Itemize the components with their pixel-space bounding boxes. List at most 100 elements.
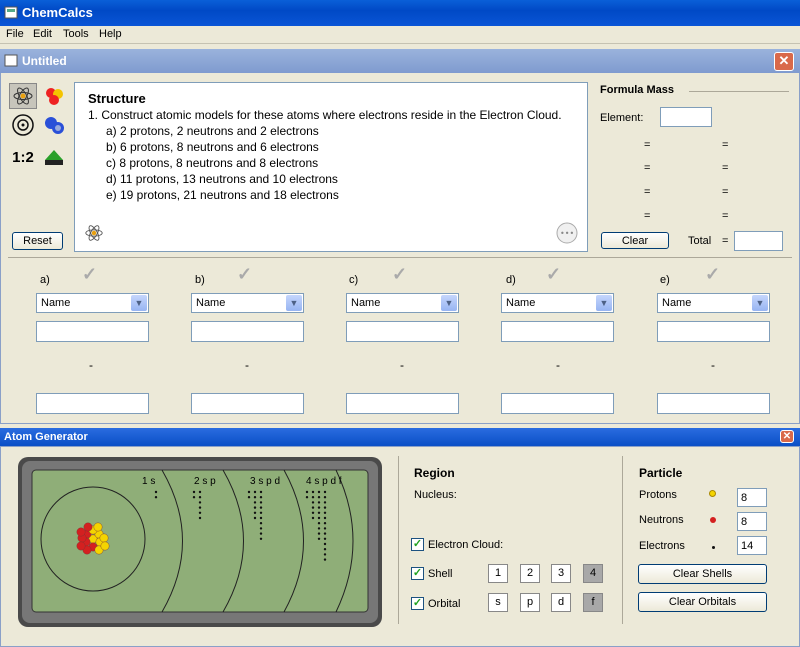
electron-slot (317, 490, 321, 494)
shell-label-3: 3 s p d (250, 476, 280, 487)
formula-clear-button[interactable]: Clear (601, 232, 669, 249)
electron-slot (311, 506, 315, 509)
structure-item-d: d) 11 protons, 13 neutrons and 10 electr… (106, 172, 338, 186)
shell-label-2: 2 s p (194, 476, 216, 487)
select-value: Name (506, 297, 536, 309)
electron-slot (311, 511, 315, 514)
proton-icon (709, 490, 716, 497)
menu-edit[interactable]: Edit (33, 28, 52, 40)
orbital-button-p[interactable]: p (520, 593, 540, 612)
clear-orbitals-button[interactable]: Clear Orbitals (638, 592, 767, 612)
electron-slot (253, 496, 257, 499)
select-value: Name (351, 297, 381, 309)
answer-input-bottom-b[interactable] (191, 393, 304, 414)
electron-slot (323, 527, 327, 530)
electron-cloud-label: Electron Cloud: (428, 539, 504, 551)
atom-canvas[interactable]: 1 s 2 s p 3 s p d 4 s p d f (18, 457, 382, 627)
structure-item-e: e) 19 protons, 21 neutrons and 18 electr… (106, 188, 339, 202)
menu-tools[interactable]: Tools (63, 28, 89, 40)
electron-slot (259, 537, 263, 540)
structure-instruction: 1. Construct atomic models for these ato… (88, 108, 562, 122)
shell-button-2[interactable]: 2 (520, 564, 540, 583)
orbital-button-d[interactable]: d (551, 593, 571, 612)
clear-shells-button[interactable]: Clear Shells (638, 564, 767, 584)
eq-sign: = (644, 139, 651, 151)
region-title: Region (414, 466, 455, 480)
check-icon: ✓ (705, 264, 721, 284)
reaction-tool-icon[interactable] (40, 144, 68, 170)
eq-sign: = (644, 210, 651, 222)
answer-input-bottom-a[interactable] (36, 393, 149, 414)
generator-close-button[interactable]: ✕ (780, 430, 794, 443)
electron-slot (317, 537, 321, 540)
electron-slot (154, 490, 158, 494)
orbital-checkbox[interactable]: ✓ (411, 597, 424, 610)
element-input[interactable] (660, 107, 712, 127)
neutrons-input[interactable]: 8 (737, 512, 767, 531)
electron-slot (198, 511, 202, 514)
ratio-tool-icon[interactable]: 1:2 (9, 144, 37, 170)
app-titlebar: ChemCalcs (0, 0, 800, 26)
dash: - (711, 358, 715, 372)
electron-slot (305, 496, 309, 499)
molecule-tool-icon[interactable] (40, 83, 68, 109)
electron-slot (311, 490, 315, 494)
electron-slot (253, 516, 257, 520)
name-select-a[interactable]: Name ▼ (36, 293, 149, 313)
document-close-button[interactable]: ✕ (774, 52, 794, 71)
electron-slot (323, 532, 327, 535)
protons-label: Protons (639, 489, 677, 501)
reset-button[interactable]: Reset (12, 232, 63, 250)
structure-text: 1. Construct atomic models for these ato… (88, 107, 578, 203)
name-select-e[interactable]: Name ▼ (657, 293, 770, 313)
answer-label-b: b) (195, 274, 205, 286)
electron-slot (259, 506, 263, 509)
electron-slot (198, 490, 202, 494)
electrons-input[interactable]: 14 (737, 536, 767, 555)
electron-cloud-checkbox[interactable]: ✓ (411, 538, 424, 551)
shell-checkbox[interactable]: ✓ (411, 567, 424, 580)
total-input[interactable] (734, 231, 783, 251)
eq-sign: = (722, 210, 729, 222)
shell-button-4[interactable]: 4 (583, 564, 603, 583)
answer-input-top-a[interactable] (36, 321, 149, 342)
electron-slot (259, 522, 263, 525)
app-icon (4, 5, 19, 23)
name-select-b[interactable]: Name ▼ (191, 293, 304, 313)
answer-input-top-c[interactable] (346, 321, 459, 342)
document-title: Untitled (22, 54, 67, 68)
menu-file[interactable]: File (6, 28, 24, 40)
total-label: Total (688, 235, 712, 247)
answer-input-top-b[interactable] (191, 321, 304, 342)
check-icon: ✓ (237, 264, 253, 284)
next-icon[interactable]: ••• (556, 222, 578, 247)
name-select-d[interactable]: Name ▼ (501, 293, 614, 313)
shell-button-3[interactable]: 3 (551, 564, 571, 583)
divider (398, 456, 399, 624)
shell-button-1[interactable]: 1 (488, 564, 508, 583)
menu-help[interactable]: Help (99, 28, 122, 40)
bond-tool-icon[interactable] (40, 112, 68, 138)
generator-title: Atom Generator (4, 431, 88, 443)
answer-input-bottom-c[interactable] (346, 393, 459, 414)
orbital-button-s[interactable]: s (488, 593, 508, 612)
answer-input-top-d[interactable] (501, 321, 614, 342)
electron-slot (323, 522, 327, 525)
answer-input-top-e[interactable] (657, 321, 770, 342)
name-select-c[interactable]: Name ▼ (346, 293, 459, 313)
answer-input-bottom-d[interactable] (501, 393, 614, 414)
app-title: ChemCalcs (22, 5, 93, 20)
atom-tool-icon[interactable] (9, 83, 37, 109)
protons-input[interactable]: 8 (737, 488, 767, 507)
svg-text:•••: ••• (560, 229, 574, 238)
electron-slot (253, 501, 257, 504)
answer-input-bottom-e[interactable] (657, 393, 770, 414)
electrons-label: Electrons (639, 540, 685, 552)
neutron (83, 522, 93, 532)
electron-slot (311, 516, 315, 520)
proton (93, 522, 103, 532)
shell-tool-icon[interactable] (9, 112, 37, 138)
electron-slot (198, 501, 202, 504)
orbital-button-f[interactable]: f (583, 593, 603, 612)
check-icon: ✓ (546, 264, 562, 284)
